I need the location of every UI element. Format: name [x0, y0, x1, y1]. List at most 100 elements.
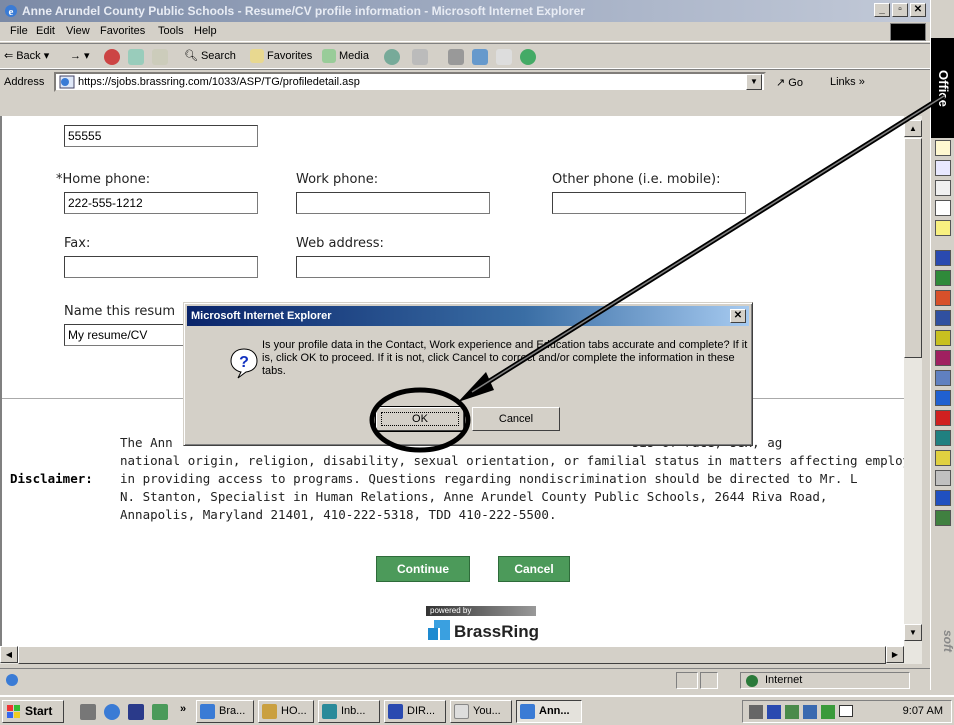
menu-favorites[interactable]: Favorites — [100, 25, 145, 37]
task-button-5[interactable]: You... — [450, 700, 512, 723]
go-button[interactable]: ↗ Go — [776, 76, 803, 89]
scroll-right-button[interactable]: ▶ — [886, 646, 904, 663]
work-phone-field[interactable] — [296, 192, 490, 214]
zip-field[interactable]: 55555 — [64, 125, 258, 147]
office-shortcut-icon[interactable] — [935, 390, 951, 406]
office-calendar-icon[interactable] — [935, 160, 951, 176]
office-settings-icon[interactable] — [935, 470, 951, 486]
minimize-button[interactable]: _ — [874, 3, 890, 17]
office-note-icon[interactable] — [935, 220, 951, 236]
monitor-icon[interactable] — [803, 705, 817, 719]
vertical-scroll-thumb[interactable] — [904, 138, 922, 358]
horizontal-scrollbar[interactable]: ◀ ▶ — [0, 646, 922, 664]
cancel-button[interactable]: Cancel — [498, 556, 570, 582]
quicklaunch-desktop-icon[interactable] — [80, 704, 96, 720]
office-network-icon[interactable] — [935, 370, 951, 386]
dialog-cancel-button[interactable]: Cancel — [472, 407, 560, 431]
close-button[interactable]: ✕ — [910, 3, 926, 17]
taskbar: Start » Bra... HO... Inb... DIR... You..… — [0, 695, 954, 725]
dialog-close-button[interactable]: ✕ — [730, 309, 746, 323]
scroll-left-button[interactable]: ◀ — [0, 646, 18, 663]
antivirus-icon[interactable] — [785, 705, 799, 719]
edit-button[interactable] — [472, 49, 488, 65]
task-button-6[interactable]: Ann... — [516, 700, 582, 723]
volume-icon[interactable] — [749, 705, 763, 719]
messenger-button[interactable] — [520, 49, 536, 65]
menu-tools[interactable]: Tools — [158, 25, 184, 37]
dialog-ok-button[interactable]: OK — [375, 406, 465, 432]
envelope-icon[interactable] — [839, 705, 853, 717]
task-button-3[interactable]: Inb... — [318, 700, 380, 723]
horizontal-scroll-thumb[interactable] — [18, 646, 886, 664]
office-extra-icon[interactable] — [935, 510, 951, 526]
task-button-4[interactable]: DIR... — [384, 700, 446, 723]
refresh-button[interactable] — [128, 49, 144, 65]
print-button[interactable] — [448, 49, 464, 65]
office-key-icon[interactable] — [935, 450, 951, 466]
history-button[interactable] — [384, 49, 400, 65]
office-help-icon[interactable] — [935, 490, 951, 506]
office-task-icon[interactable] — [935, 180, 951, 196]
office-publisher-icon[interactable] — [935, 350, 951, 366]
media-button[interactable]: Media — [322, 49, 369, 63]
office-z-icon[interactable] — [935, 410, 951, 426]
search-button[interactable]: 🔍︎ Search — [184, 49, 236, 63]
task-button-2[interactable]: HO... — [258, 700, 314, 723]
office-contact-icon[interactable] — [935, 200, 951, 216]
mail-button[interactable] — [412, 49, 428, 65]
home-button[interactable] — [152, 49, 168, 65]
office-powerpoint-icon[interactable] — [935, 290, 951, 306]
fax-field[interactable] — [64, 256, 258, 278]
quicklaunch-ie-icon[interactable] — [104, 704, 120, 720]
task-label-2: HO... — [281, 705, 307, 717]
focus-ring — [381, 412, 459, 426]
disclaimer-line-5: Annapolis, Maryland 21401, 410-222-5318,… — [120, 507, 557, 522]
web-address-label: Web address: — [296, 236, 384, 251]
quicklaunch-edit-icon[interactable] — [152, 704, 168, 720]
address-dropdown-button[interactable]: ▼ — [746, 74, 762, 90]
menu-edit[interactable]: Edit — [36, 25, 55, 37]
continue-button[interactable]: Continue — [376, 556, 470, 582]
dialog-message: Is your profile data in the Contact, Wor… — [262, 339, 748, 377]
favorites-label: Favorites — [267, 50, 313, 62]
office-excel-icon[interactable] — [935, 270, 951, 286]
office-b-icon[interactable] — [935, 430, 951, 446]
address-input[interactable]: https://sjobs.brassring.com/1033/ASP/TG/… — [54, 72, 766, 92]
quicklaunch-chevron[interactable]: » — [180, 703, 186, 715]
print-icon — [448, 49, 464, 65]
other-phone-field[interactable] — [552, 192, 746, 214]
home-phone-label: *Home phone: — [56, 172, 151, 187]
scroll-up-button[interactable]: ▲ — [904, 120, 922, 137]
favorites-button[interactable]: Favorites — [250, 49, 312, 63]
back-button[interactable]: ⇐ Back ▾ — [4, 49, 49, 63]
disclaimer-line-2: national origin, religion, disability, s… — [120, 453, 910, 468]
menu-help[interactable]: Help — [194, 25, 217, 37]
forward-button[interactable]: → ▾ — [70, 49, 90, 62]
office-word-icon[interactable] — [935, 250, 951, 266]
quicklaunch-n-icon[interactable] — [128, 704, 144, 720]
task-button-1[interactable]: Bra... — [196, 700, 254, 723]
sync-icon[interactable] — [821, 705, 835, 719]
office-access-icon[interactable] — [935, 310, 951, 326]
discuss-button[interactable] — [496, 49, 512, 65]
start-button[interactable]: Start — [2, 700, 64, 723]
outlook-icon — [322, 704, 337, 719]
media-icon — [322, 49, 336, 63]
vertical-scrollbar[interactable]: ▲ ▼ — [904, 116, 922, 646]
resume-name-label: Name this resum — [64, 304, 176, 319]
home-phone-field[interactable]: 222-555-1212 — [64, 192, 258, 214]
office-outlook-icon[interactable] — [935, 330, 951, 346]
page-icon — [59, 75, 75, 89]
office-mail-icon[interactable] — [935, 140, 951, 156]
menu-file[interactable]: File — [10, 25, 28, 37]
media-label: Media — [339, 50, 369, 62]
web-address-field[interactable] — [296, 256, 490, 278]
scroll-down-button[interactable]: ▼ — [904, 624, 922, 641]
menu-view[interactable]: View — [66, 25, 90, 37]
home-icon — [152, 49, 168, 65]
disclaimer-label: Disclaimer: — [10, 471, 93, 486]
links-button[interactable]: Links » — [830, 76, 865, 88]
network-icon[interactable] — [767, 705, 781, 719]
stop-button[interactable] — [104, 49, 120, 65]
maximize-button[interactable]: ▫ — [892, 3, 908, 17]
